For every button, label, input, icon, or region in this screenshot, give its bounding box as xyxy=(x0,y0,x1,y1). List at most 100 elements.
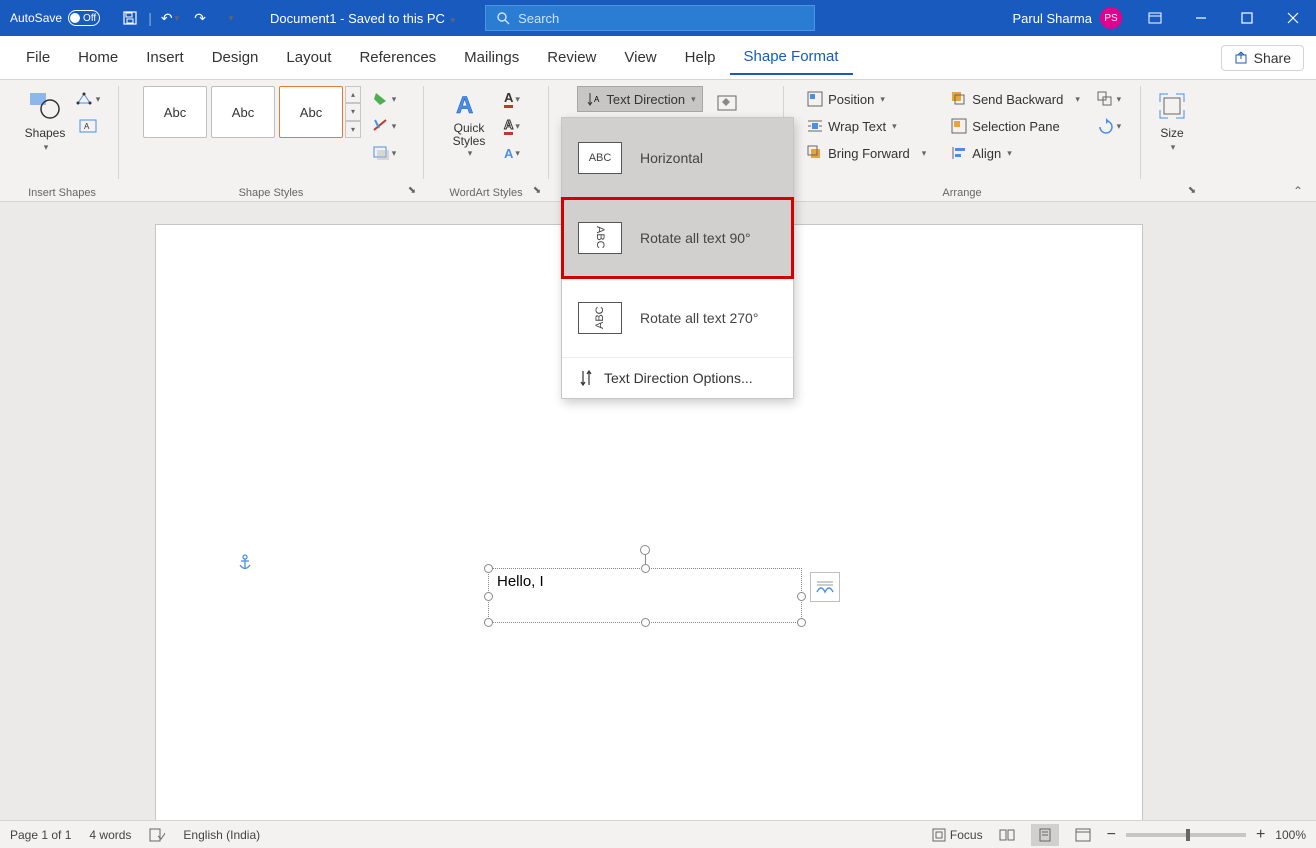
group-shape-styles: Abc Abc Abc ▴▾▾ ▾ ▾ ▾ Shape Styles ⬊ xyxy=(121,82,421,201)
tab-design[interactable]: Design xyxy=(198,41,273,74)
user-name: Parul Sharma xyxy=(1013,11,1092,26)
toggle-switch[interactable]: Off xyxy=(68,10,100,26)
draw-textbox-button[interactable]: A xyxy=(73,113,103,139)
size-button[interactable]: Size▾ xyxy=(1148,86,1196,155)
close-button[interactable] xyxy=(1270,0,1316,36)
avatar: PS xyxy=(1100,7,1122,29)
style-gallery[interactable]: Abc Abc Abc ▴▾▾ xyxy=(143,86,361,138)
quick-styles-button[interactable]: A Quick Styles▾ xyxy=(445,86,493,161)
resize-handle-nw[interactable] xyxy=(484,564,493,573)
qat-customize[interactable]: ▾ xyxy=(216,4,244,32)
web-layout-button[interactable] xyxy=(1069,824,1097,846)
wordart-launcher[interactable]: ⬊ xyxy=(530,183,544,197)
redo-button[interactable]: ↷ xyxy=(186,4,214,32)
ribbon-tabs: File Home Insert Design Layout Reference… xyxy=(0,36,1316,80)
ribbon-display-options[interactable] xyxy=(1132,0,1178,36)
wrap-text-icon xyxy=(806,117,824,135)
resize-handle-s[interactable] xyxy=(641,618,650,627)
tab-file[interactable]: File xyxy=(12,41,64,74)
horizontal-icon: ABC xyxy=(578,142,622,174)
resize-handle-sw[interactable] xyxy=(484,618,493,627)
resize-handle-n[interactable] xyxy=(641,564,650,573)
layout-options-button[interactable] xyxy=(810,572,840,602)
shape-styles-launcher[interactable]: ⬊ xyxy=(405,183,419,197)
position-button[interactable]: Position▾ xyxy=(800,86,932,112)
svg-text:A: A xyxy=(456,92,473,119)
maximize-button[interactable] xyxy=(1224,0,1270,36)
resize-handle-e[interactable] xyxy=(797,592,806,601)
rotate-button[interactable]: ▾ xyxy=(1094,113,1124,139)
text-direction-options-icon xyxy=(578,369,594,387)
tab-help[interactable]: Help xyxy=(671,41,730,74)
resize-handle-w[interactable] xyxy=(484,592,493,601)
edit-shape-button[interactable]: ▾ xyxy=(73,86,103,112)
statusbar: Page 1 of 1 4 words English (India) Focu… xyxy=(0,820,1316,848)
text-direction-button[interactable]: A Text Direction▾ xyxy=(577,86,702,112)
word-count[interactable]: 4 words xyxy=(89,828,131,842)
resize-handle-se[interactable] xyxy=(797,618,806,627)
group-label: WordArt Styles xyxy=(426,187,546,199)
focus-mode-button[interactable]: Focus xyxy=(932,828,983,842)
minimize-button[interactable] xyxy=(1178,0,1224,36)
tab-references[interactable]: References xyxy=(345,41,450,74)
zoom-slider[interactable] xyxy=(1126,833,1246,837)
share-button[interactable]: Share xyxy=(1221,45,1304,71)
collapse-ribbon-button[interactable]: ⌃ xyxy=(1288,183,1308,199)
language-indicator[interactable]: English (India) xyxy=(183,828,260,842)
undo-button[interactable]: ↶▾ xyxy=(156,4,184,32)
tab-review[interactable]: Review xyxy=(533,41,610,74)
selection-pane-button[interactable]: Selection Pane xyxy=(944,113,1086,139)
align-button[interactable]: Align▾ xyxy=(944,140,1086,166)
shape-fill-button[interactable]: ▾ xyxy=(369,86,399,112)
shape-effects-button[interactable]: ▾ xyxy=(369,140,399,166)
zoom-level[interactable]: 100% xyxy=(1275,828,1306,842)
qat-separator: | xyxy=(146,4,154,32)
group-arrange: Position▾ Wrap Text▾ Bring Forward▾ Send… xyxy=(786,82,1138,201)
document-title[interactable]: Document1 - Saved to this PC ▾ xyxy=(250,11,475,26)
bring-forward-button[interactable]: Bring Forward▾ xyxy=(800,140,932,166)
zoom-out-button[interactable]: − xyxy=(1107,826,1116,844)
text-fill-button[interactable]: A▾ xyxy=(497,86,527,112)
page-indicator[interactable]: Page 1 of 1 xyxy=(10,828,71,842)
selected-textbox[interactable]: Hello, I xyxy=(488,568,802,623)
zoom-in-button[interactable]: + xyxy=(1256,826,1265,844)
send-backward-button[interactable]: Send Backward▾ xyxy=(944,86,1086,112)
tab-home[interactable]: Home xyxy=(64,41,132,74)
dropdown-item-rotate-90[interactable]: ABC Rotate all text 90° xyxy=(562,198,793,278)
shape-outline-button[interactable]: ▾ xyxy=(369,113,399,139)
save-button[interactable] xyxy=(116,4,144,32)
dropdown-item-options[interactable]: Text Direction Options... xyxy=(562,358,793,398)
text-outline-button[interactable]: A▾ xyxy=(497,113,527,139)
zoom-thumb[interactable] xyxy=(1186,829,1190,841)
search-input[interactable] xyxy=(518,11,804,26)
dropdown-item-rotate-270[interactable]: ABC Rotate all text 270° xyxy=(562,278,793,358)
search-box[interactable] xyxy=(485,5,815,31)
group-objects-button[interactable]: ▾ xyxy=(1094,86,1124,112)
text-effects-button[interactable]: A▾ xyxy=(497,140,527,166)
dropdown-item-horizontal[interactable]: ABC Horizontal xyxy=(562,118,793,198)
anchor-icon xyxy=(238,554,252,572)
layout-options-icon xyxy=(815,578,835,596)
shapes-button[interactable]: Shapes▾ xyxy=(21,86,69,155)
style-preset-1[interactable]: Abc xyxy=(143,86,207,138)
read-mode-button[interactable] xyxy=(993,824,1021,846)
tab-layout[interactable]: Layout xyxy=(272,41,345,74)
spellcheck-icon[interactable] xyxy=(149,828,165,842)
tab-insert[interactable]: Insert xyxy=(132,41,198,74)
style-preset-2[interactable]: Abc xyxy=(211,86,275,138)
tab-mailings[interactable]: Mailings xyxy=(450,41,533,74)
tab-view[interactable]: View xyxy=(610,41,670,74)
style-preset-3[interactable]: Abc xyxy=(279,86,343,138)
selection-pane-icon xyxy=(950,117,968,135)
user-account[interactable]: Parul Sharma PS xyxy=(1003,7,1132,29)
window-controls xyxy=(1132,0,1316,36)
rotate-270-icon: ABC xyxy=(578,302,622,334)
size-launcher[interactable]: ⬊ xyxy=(1185,183,1199,197)
wrap-text-button[interactable]: Wrap Text▾ xyxy=(800,113,932,139)
rotation-handle[interactable] xyxy=(640,545,650,555)
autosave-toggle[interactable]: AutoSave Off xyxy=(0,10,110,26)
gallery-scroll[interactable]: ▴▾▾ xyxy=(345,86,361,138)
position-icon xyxy=(806,90,824,108)
tab-shape-format[interactable]: Shape Format xyxy=(730,40,853,75)
print-layout-button[interactable] xyxy=(1031,824,1059,846)
